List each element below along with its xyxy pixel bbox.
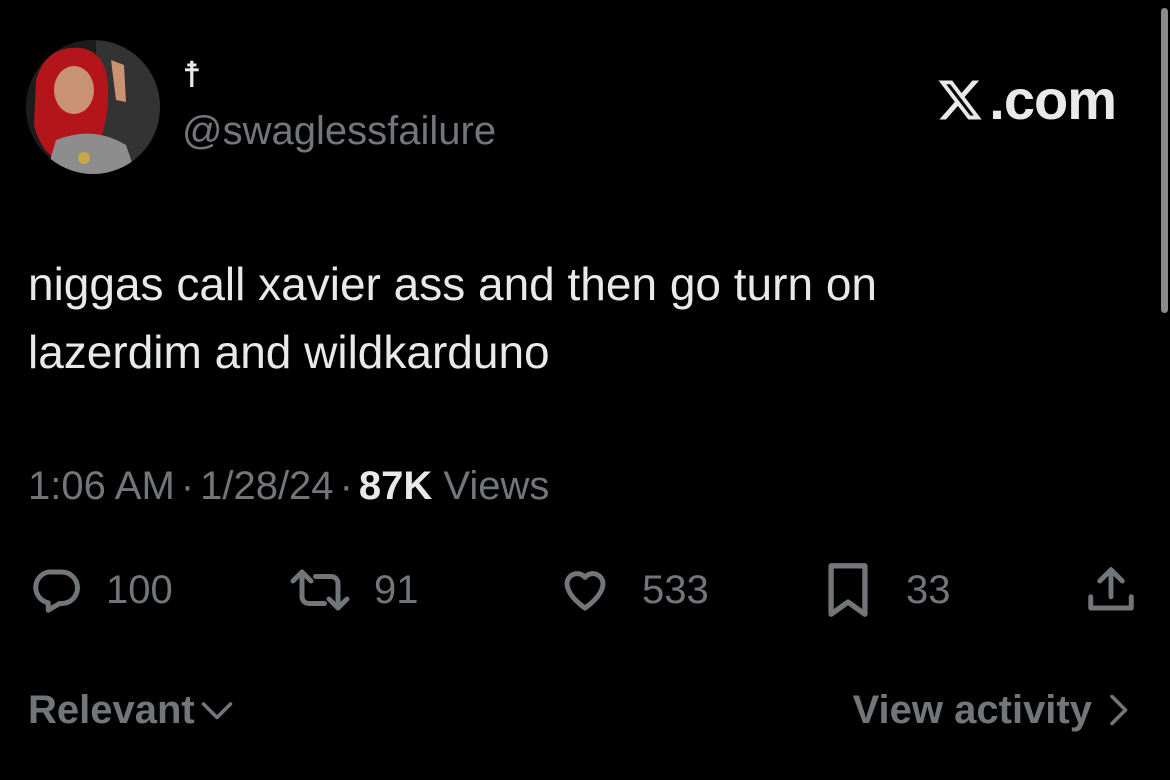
chevron-right-icon	[1110, 694, 1128, 726]
tweet-meta: 1:06 AM · 1/28/24 · 87K Views	[28, 462, 549, 510]
share-button[interactable]	[1082, 560, 1140, 620]
tweet-text: niggas call xavier ass and then go turn …	[28, 250, 1028, 386]
sort-dropdown[interactable]: Relevant	[28, 686, 235, 734]
site-text: .com	[989, 68, 1117, 131]
scrollbar[interactable]	[1158, 8, 1170, 313]
avatar-image	[26, 40, 160, 174]
user-handle[interactable]: @swaglessfailure	[182, 108, 496, 154]
reply-count: 100	[106, 568, 173, 612]
sort-label: Relevant	[28, 688, 195, 732]
repost-icon	[290, 569, 350, 611]
action-bar: 100 91 533 33	[0, 560, 1170, 620]
like-count: 533	[642, 568, 709, 612]
avatar[interactable]	[26, 40, 160, 174]
repost-count: 91	[374, 568, 419, 612]
tweet-text-line: lazerdim and wildkarduno	[28, 326, 550, 378]
views-count: 87K	[358, 464, 433, 508]
reply-icon	[33, 569, 80, 613]
tweet-time[interactable]: 1:06 AM	[28, 464, 175, 508]
x-logo-icon	[938, 80, 982, 120]
repost-button[interactable]: 91	[286, 560, 419, 620]
view-activity-label: View activity	[852, 688, 1092, 732]
meta-separator: ·	[339, 464, 353, 508]
like-button[interactable]: 533	[556, 560, 709, 620]
site-watermark: .com	[935, 68, 1117, 131]
tweet-text-line: niggas call xavier ass and then go turn …	[28, 258, 877, 310]
reply-button[interactable]: 100	[26, 560, 173, 620]
bookmark-count: 33	[906, 568, 951, 612]
chevron-down-icon	[201, 702, 233, 720]
share-icon	[1088, 567, 1134, 611]
display-name[interactable]: ☨	[182, 56, 202, 96]
tweet-date[interactable]: 1/28/24	[200, 464, 333, 508]
view-activity-link[interactable]: View activity	[853, 686, 1130, 734]
scrollbar-thumb[interactable]	[1160, 8, 1168, 313]
heart-icon	[564, 571, 606, 611]
views-label: Views	[443, 464, 550, 508]
bookmark-icon	[828, 563, 868, 617]
bookmark-button[interactable]: 33	[822, 560, 951, 620]
meta-separator: ·	[180, 464, 195, 508]
